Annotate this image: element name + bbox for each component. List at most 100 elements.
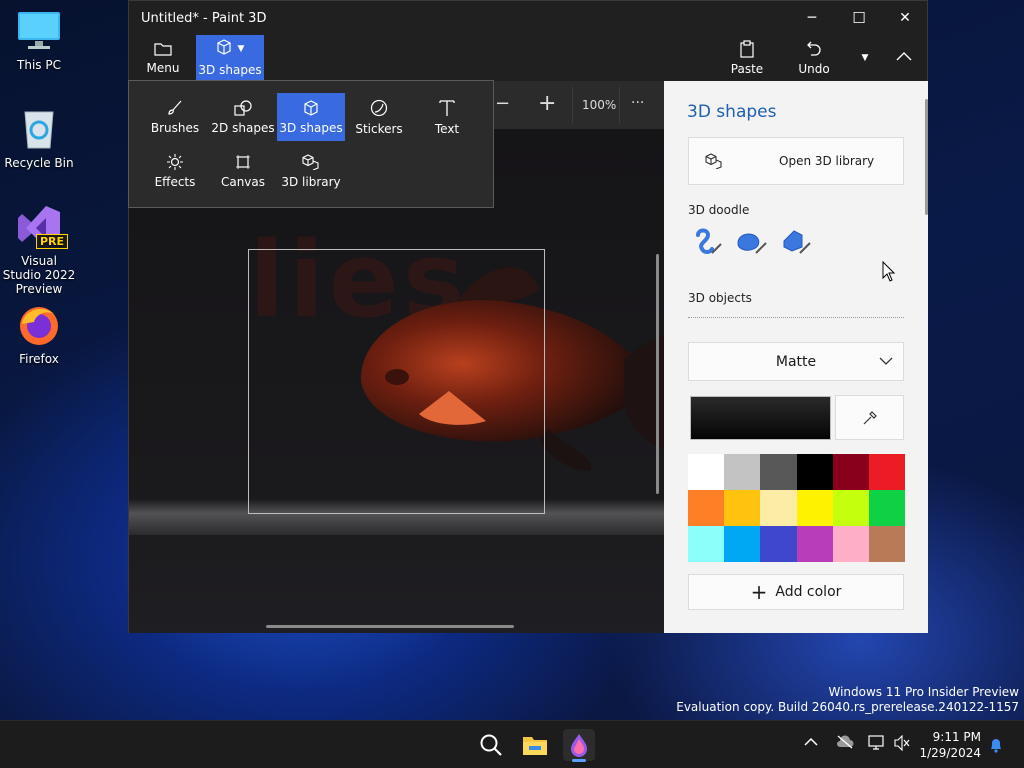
selection-box[interactable] [248,249,545,514]
folder-icon [154,43,172,56]
window-title: Untitled* - Paint 3D [141,11,267,26]
folder-icon [523,737,547,755]
show-hidden-icons-button[interactable] [804,736,818,750]
material-dropdown[interactable]: Matte [688,342,904,381]
menu-item-effects[interactable]: Effects [141,147,209,195]
network-button[interactable] [868,735,886,754]
paint3d-taskbar-button[interactable] [563,729,595,762]
2d-shapes-icon [234,99,252,116]
menu-item-stickers[interactable]: Stickers [345,93,413,141]
recycle-bin-icon [16,106,62,152]
network-icon [868,735,884,750]
desktop-icon-firefox[interactable]: Firefox [1,302,77,366]
windows-watermark: Windows 11 Pro Insider Preview Evaluatio… [676,685,1019,714]
doodle-label: 3D doodle [688,203,750,217]
zoom-in-button[interactable]: + [538,91,556,116]
color-swatch[interactable] [760,526,797,562]
active-indicator [572,759,586,762]
more-options-dropdown[interactable]: ▼ [851,35,879,81]
desktop-icon-this-pc[interactable]: This PC [1,8,77,72]
color-swatch[interactable] [724,490,761,526]
color-swatch[interactable] [724,526,761,562]
maximize-button[interactable]: ☐ [836,1,882,35]
cube-icon [304,99,318,116]
panel-title: 3D shapes [687,102,777,122]
minimize-button[interactable]: ─ [789,1,835,35]
color-swatch[interactable] [832,526,869,562]
ribbon: Menu ▼ 3D shapes Paste Undo ▼ [129,35,927,81]
desktop-icon-label: Recycle Bin [4,156,74,170]
objects-label: 3D objects [688,291,752,305]
color-palette [688,454,905,562]
desktop-icon-visual-studio[interactable]: PRE Visual Studio 2022 Preview [1,204,77,296]
objects-list-edge [688,317,904,320]
menu-item-canvas[interactable]: Canvas [209,147,277,195]
caret-down-icon: ▼ [861,53,869,63]
tube-doodle-icon[interactable] [780,227,812,257]
color-swatch[interactable] [796,454,833,490]
color-swatch[interactable] [868,454,905,490]
desktop-icon-label: This PC [17,58,61,72]
chevron-up-icon [804,737,818,746]
color-swatch[interactable] [832,490,869,526]
clock-date: 1/29/2024 [919,746,981,760]
menu-item-3d-library[interactable]: 3D library [277,147,345,195]
3d-library-icon [302,153,319,170]
canvas-icon [236,154,250,169]
color-swatch[interactable] [796,490,833,526]
color-swatch[interactable] [832,454,869,490]
menu-item-brushes[interactable]: Brushes [141,93,209,141]
notifications-button[interactable] [989,737,1003,756]
collapse-ribbon-button[interactable] [885,35,923,81]
close-button[interactable]: ✕ [882,1,928,35]
soft-doodle-icon[interactable] [736,227,768,257]
horizontal-scrollbar[interactable] [266,625,514,628]
3d-library-icon [705,153,722,169]
vertical-scrollbar[interactable] [656,254,659,494]
menu-item-3d-shapes[interactable]: 3D shapes [277,93,345,141]
monitor-icon [16,8,62,54]
zoom-level[interactable]: 100% [582,98,616,112]
system-clock[interactable]: 9:11 PM 1/29/2024 [919,729,981,761]
title-bar[interactable]: Untitled* - Paint 3D ─ ☐ ✕ [129,1,927,35]
clock-time: 9:11 PM [932,730,981,744]
zoom-out-button[interactable]: − [495,93,510,114]
menu-item-2d-shapes[interactable]: 2D shapes [209,93,277,141]
volume-button[interactable] [894,734,910,754]
file-explorer-button[interactable] [519,729,551,761]
doodle-tools [694,227,834,259]
eyedropper-button[interactable] [835,395,904,440]
menu-item-text[interactable]: Text [413,93,481,141]
color-swatch[interactable] [688,454,725,490]
tools-dropdown-menu: Brushes 2D shapes 3D shapes Stickers Tex… [128,80,494,208]
undo-button[interactable]: Undo [793,35,835,81]
color-swatch[interactable] [688,526,725,562]
desktop-icon-recycle-bin[interactable]: Recycle Bin [1,106,77,170]
effects-icon [167,153,183,170]
sharp-doodle-icon[interactable] [694,227,724,257]
more-button[interactable]: ··· [631,95,644,111]
ribbon-3d-shapes-button[interactable]: ▼ 3D shapes [196,35,264,81]
cloud-status-button[interactable] [836,735,854,752]
desktop-icon-label: Visual Studio 2022 Preview [2,254,76,296]
toolbar-divider [619,87,620,123]
paste-button[interactable]: Paste [725,35,769,81]
preview-badge: PRE [36,234,69,249]
color-swatch[interactable] [868,526,905,562]
search-button[interactable] [475,729,507,761]
color-swatch[interactable] [724,454,761,490]
color-swatch[interactable] [868,490,905,526]
open-3d-library-button[interactable]: Open 3D library [688,137,904,185]
panel-scrollbar[interactable] [925,99,928,215]
current-color-swatch[interactable] [690,396,831,440]
volume-muted-icon [894,734,910,752]
visual-studio-icon: PRE [16,204,69,250]
color-swatch[interactable] [760,454,797,490]
cube-icon [216,39,231,55]
color-swatch[interactable] [796,526,833,562]
add-color-button[interactable]: + Add color [688,574,904,610]
chevron-down-icon [879,357,893,365]
color-swatch[interactable] [760,490,797,526]
color-swatch[interactable] [688,490,725,526]
menu-button[interactable]: Menu [135,35,191,81]
